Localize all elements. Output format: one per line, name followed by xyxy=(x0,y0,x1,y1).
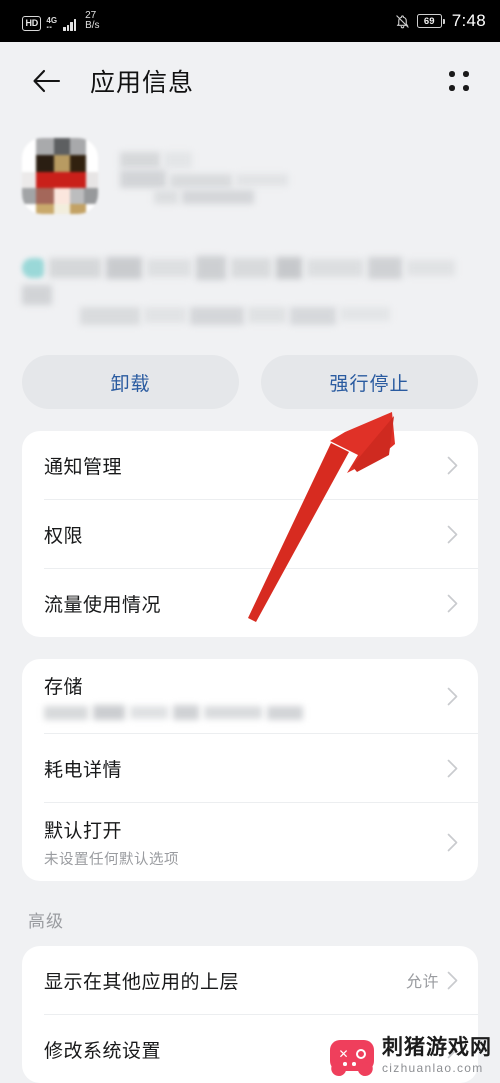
app-description-line2 xyxy=(80,307,478,325)
clock: 7:48 xyxy=(451,11,486,30)
chevron-right-icon xyxy=(447,833,458,852)
settings-card-storage: 存储 耗电详情 默认打开 未设置任何默认选项 xyxy=(22,659,478,881)
app-name-censored xyxy=(120,138,288,204)
row-label: 存储 xyxy=(44,677,84,698)
row-label: 权限 xyxy=(44,525,84,547)
chevron-right-icon xyxy=(447,594,458,613)
row-label: 耗电详情 xyxy=(44,759,123,781)
row-label: 通知管理 xyxy=(44,456,123,478)
row-sub-censored xyxy=(44,705,447,720)
row-storage[interactable]: 存储 xyxy=(22,659,478,733)
settings-card-general: 通知管理 权限 流量使用情况 xyxy=(22,431,478,637)
app-description-censored xyxy=(22,256,478,305)
row-sublabel: 未设置任何默认选项 xyxy=(44,851,179,868)
chevron-right-icon xyxy=(447,759,458,778)
chevron-right-icon xyxy=(447,971,458,990)
battery-icon: 69 xyxy=(416,14,445,28)
row-battery-usage[interactable]: 耗电详情 xyxy=(22,734,478,802)
page-title: 应用信息 xyxy=(90,69,195,97)
row-label: 默认打开 xyxy=(44,820,123,842)
section-header-advanced: 高级 xyxy=(28,912,64,931)
row-data-usage[interactable]: 流量使用情况 xyxy=(22,569,478,637)
status-bar: HD 4G ▪▫▪ 27 B/s 69 7:48 xyxy=(0,0,500,42)
row-value: 允许 xyxy=(405,974,439,991)
status-bar-right: 69 7:48 xyxy=(395,0,486,42)
app-identity xyxy=(22,138,478,214)
row-display-over-other-apps[interactable]: 显示在其他应用的上层 允许 xyxy=(22,946,478,1014)
row-notification-management[interactable]: 通知管理 xyxy=(22,431,478,499)
chevron-right-icon xyxy=(447,456,458,475)
watermark-title: 刺猪游戏网 xyxy=(382,1035,492,1059)
watermark-url: cizhuanlao.com xyxy=(382,1060,484,1075)
app-badge-icon xyxy=(22,258,44,278)
app-identity-section xyxy=(0,120,500,325)
data-rate: 27 B/s xyxy=(85,10,100,31)
force-stop-button[interactable]: 强行停止 xyxy=(261,355,478,409)
signal-bars-icon xyxy=(63,19,77,31)
app-bar: 应用信息 xyxy=(0,42,500,120)
watermark: ✕ 刺猪游戏网 cizhuanlao.com xyxy=(330,1036,492,1075)
back-arrow-icon[interactable] xyxy=(30,64,64,98)
app-icon-censored xyxy=(22,138,98,214)
grid-dots-icon[interactable] xyxy=(446,68,472,94)
battery-level: 69 xyxy=(416,14,442,28)
signal-icon: 4G ▪▫▪ xyxy=(46,16,58,32)
row-open-by-default[interactable]: 默认打开 未设置任何默认选项 xyxy=(22,803,478,881)
chevron-right-icon xyxy=(447,687,458,706)
row-label: 显示在其他应用的上层 xyxy=(44,971,240,993)
chevron-right-icon xyxy=(447,525,458,544)
hd-icon: HD xyxy=(22,15,42,31)
uninstall-button[interactable]: 卸载 xyxy=(22,355,239,409)
status-bar-left: HD 4G ▪▫▪ 27 B/s xyxy=(22,11,100,31)
gamepad-icon: ✕ xyxy=(330,1039,374,1071)
action-buttons: 卸载 强行停止 xyxy=(0,325,500,409)
bell-muted-icon xyxy=(395,14,410,29)
row-label: 流量使用情况 xyxy=(44,594,162,616)
row-permissions[interactable]: 权限 xyxy=(22,500,478,568)
